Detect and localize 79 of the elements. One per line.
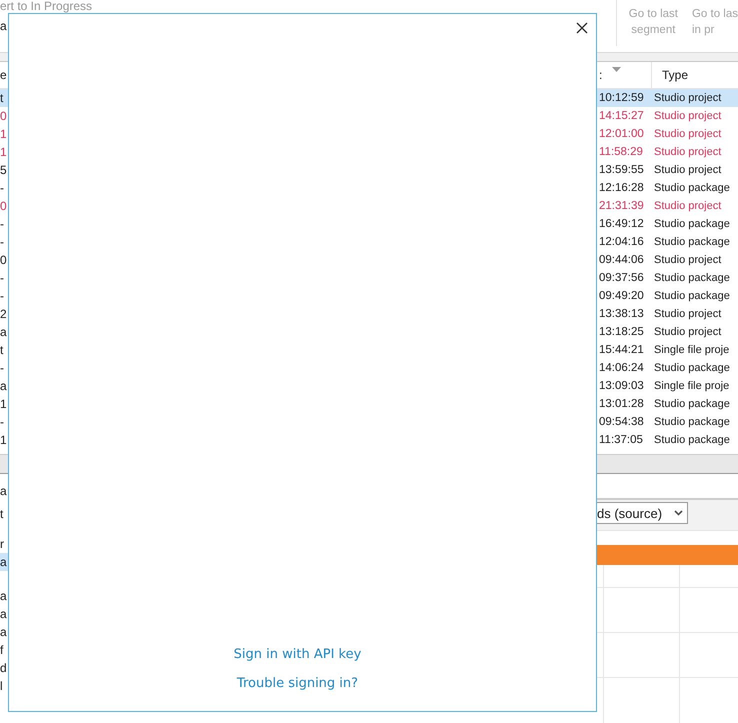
table-cell-text: 14:06:24 <box>598 361 645 376</box>
dropdown[interactable]: ds (source) <box>597 502 688 524</box>
column-header[interactable]: : <box>599 62 602 88</box>
table-cell-text: Studio package <box>653 217 731 232</box>
table-cell-text: 5 <box>0 162 8 179</box>
table-cell-text: 09:54:38 <box>598 415 645 430</box>
table-cell-text: a <box>0 378 8 395</box>
list-item[interactable]: f <box>0 641 8 659</box>
table-cell-text: 0 <box>0 108 8 125</box>
table-cell-text: 09:37:56 <box>598 271 645 286</box>
table-cell-text: Studio project <box>653 199 722 214</box>
table-cell-text: Studio package <box>653 271 731 286</box>
table-cell-text: Studio project <box>653 307 722 322</box>
table-cell-text: 1 <box>0 126 8 143</box>
table-cell-text: Studio project <box>653 145 722 160</box>
list-item[interactable]: r <box>0 535 8 553</box>
link[interactable]: Sign in with API key <box>234 645 362 664</box>
table-cell-text: 11:37:05 <box>598 433 644 448</box>
table-cell-text: - <box>0 288 5 305</box>
list-item[interactable]: a <box>0 605 8 623</box>
table-cell-text: 11:58:29 <box>598 145 644 160</box>
table-cell-text: 12:16:28 <box>598 181 645 196</box>
link[interactable]: Trouble signing in? <box>236 674 358 693</box>
table-cell-text: 1 <box>0 144 8 161</box>
table-cell-text: 21:31:39 <box>598 199 645 214</box>
table-cell-text: 0 <box>0 198 8 215</box>
table-cell-text: a <box>0 324 8 341</box>
table-cell-text: Studio project <box>653 253 722 268</box>
table-cell-text: Studio package <box>653 181 731 196</box>
table-cell-text: Single file proje <box>653 379 730 394</box>
table-cell-text: - <box>0 234 5 251</box>
list-item[interactable]: l <box>0 677 8 695</box>
list-item[interactable]: d <box>0 659 8 677</box>
table-cell-text: Studio package <box>653 397 731 412</box>
table-cell-text: 16:49:12 <box>598 217 645 232</box>
table-cell-text: Studio package <box>653 361 731 376</box>
table-cell: 10:12:59 <box>597 89 651 107</box>
table-cell-text: 13:18:25 <box>598 325 645 340</box>
table-cell-text: Studio project <box>653 325 722 340</box>
table-cell-text: - <box>0 270 5 287</box>
table-cell-text: 2 <box>0 306 8 323</box>
table-cell-text: 0 <box>0 252 8 269</box>
ribbon-label: ert to In Progress <box>0 0 92 12</box>
table-cell-text: Studio package <box>653 415 731 430</box>
table-cell-text: 1 <box>0 396 8 413</box>
sort-arrow-icon <box>612 67 622 72</box>
table-cell-text: t <box>0 342 4 359</box>
list-item[interactable]: a <box>0 587 8 605</box>
table-cell-text: Studio project <box>653 127 722 142</box>
table-cell-text: - <box>0 414 5 431</box>
table-cell-text: Studio package <box>653 289 731 304</box>
list-item[interactable]: a <box>0 553 8 571</box>
table-cell-text: 13:59:55 <box>598 163 645 178</box>
table-cell-text: - <box>0 360 5 377</box>
list-item[interactable]: t <box>0 505 8 523</box>
table-cell-text: 13:38:13 <box>598 307 645 322</box>
table-cell-text: 14:15:27 <box>598 109 645 124</box>
table-cell-text: 15:44:21 <box>598 343 645 358</box>
table-cell-text: 12:01:00 <box>598 127 645 142</box>
list-item[interactable]: a <box>0 482 8 500</box>
table-cell-text: Studio package <box>653 235 731 250</box>
table-cell-text: Studio project <box>653 163 722 178</box>
close-icon[interactable] <box>574 20 590 36</box>
table-cell: Studio project <box>651 89 738 107</box>
chevron-icon <box>674 510 683 516</box>
table-cell-text: 09:44:06 <box>598 253 645 268</box>
table-cell-text: - <box>0 216 5 233</box>
table-cell-text: 09:49:20 <box>598 289 645 304</box>
table-cell-text: Studio package <box>653 433 731 448</box>
table-cell-text: 13:01:28 <box>598 397 645 412</box>
table-cell-text: 1 <box>0 432 8 449</box>
list-item[interactable]: a <box>0 623 8 641</box>
table-cell-text: Single file proje <box>653 343 730 358</box>
table-cell-text: 13:09:03 <box>598 379 645 394</box>
table-cell-text: Studio project <box>653 109 722 124</box>
table-cell-text: - <box>0 180 5 197</box>
table-cell-text: 12:04:16 <box>598 235 645 250</box>
ribbon-label: a <box>0 20 8 32</box>
table-cell: t <box>0 89 8 107</box>
